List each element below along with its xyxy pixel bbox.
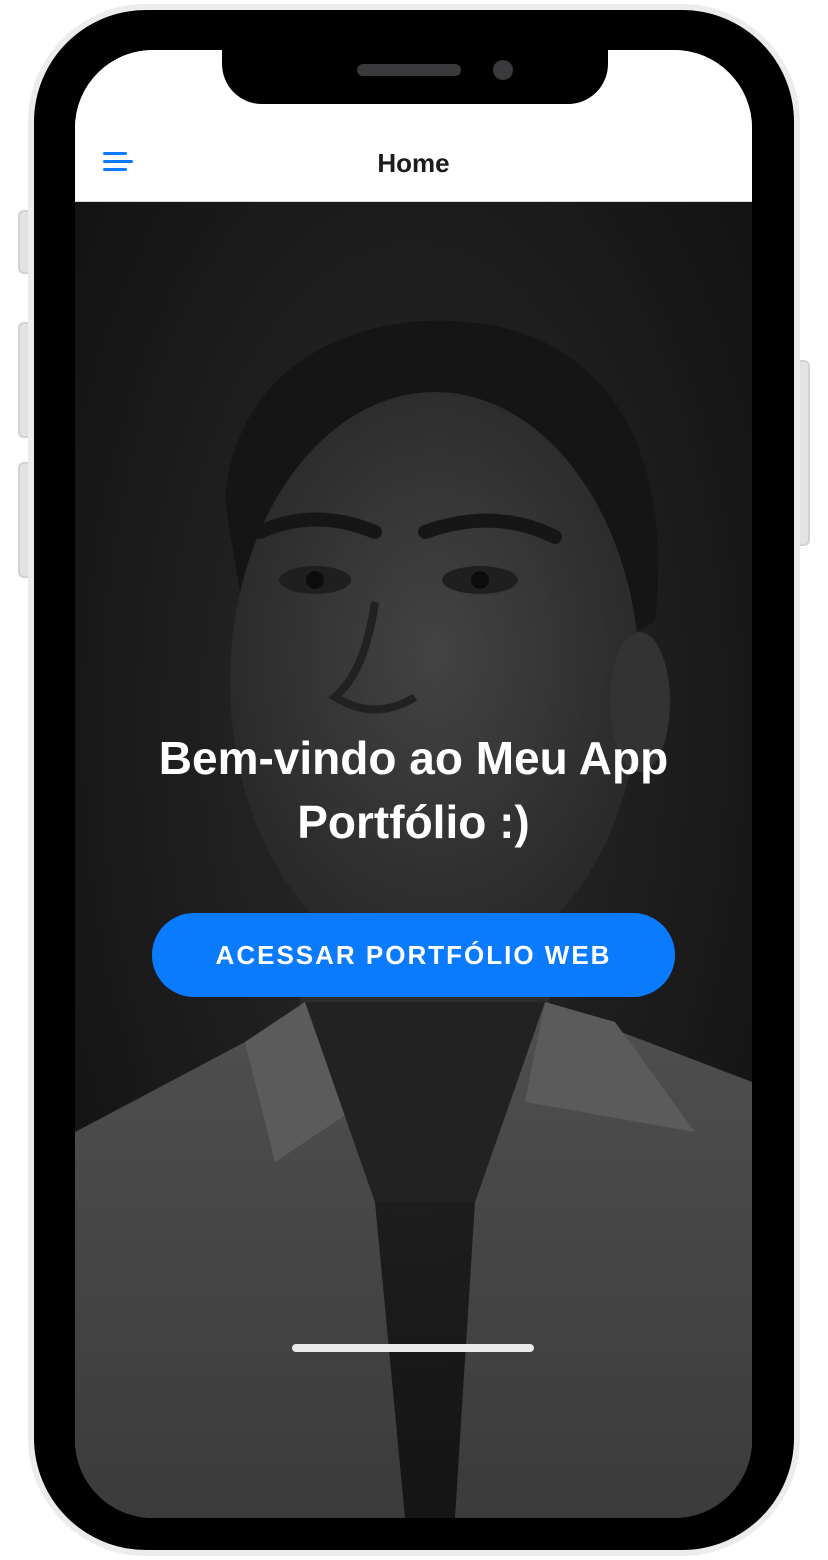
- hero-section: Bem-vindo ao Meu App Portfólio :) ACESSA…: [75, 202, 752, 1518]
- home-indicator[interactable]: [292, 1344, 534, 1352]
- page-title: Home: [377, 148, 450, 178]
- open-web-portfolio-button[interactable]: ACESSAR PORTFÓLIO WEB: [152, 913, 675, 997]
- portrait-background-image: [75, 202, 752, 1518]
- speaker-grille: [357, 64, 461, 76]
- device-mockup: Home Bem-vindo ao Meu App Portfólio:) A…: [0, 0, 828, 1560]
- notch: [222, 50, 608, 104]
- app-screen: Home Bem-vindo ao Meu App Portfólio:) A…: [75, 50, 752, 1518]
- front-camera-icon: [493, 60, 513, 80]
- welcome-heading: Bem-vindo ao Meu App Portfólio :): [158, 732, 669, 848]
